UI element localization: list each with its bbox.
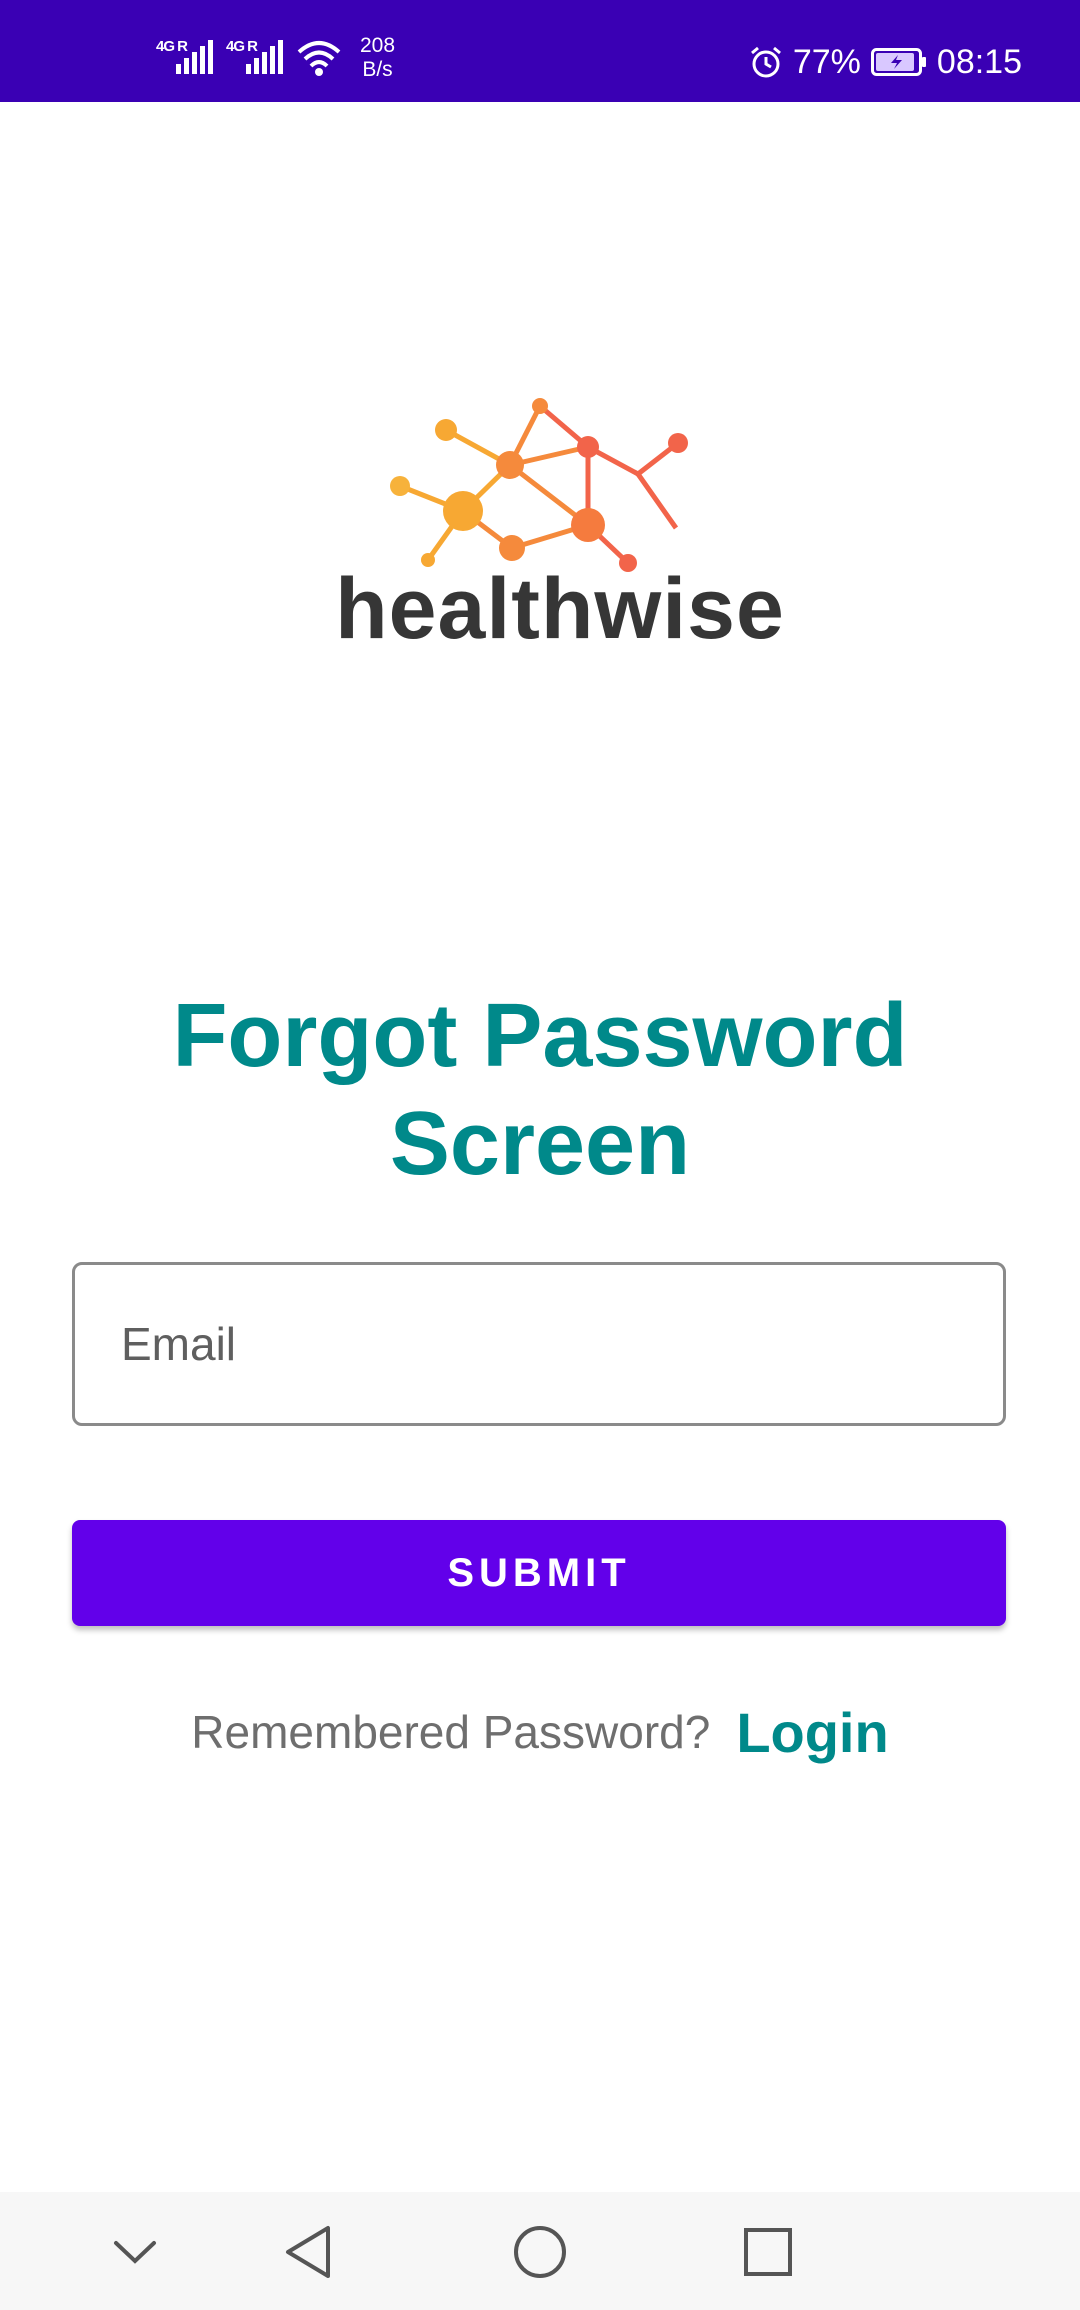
email-field[interactable] — [72, 1262, 1006, 1426]
status-right: 77% 08:15 — [749, 34, 1022, 90]
logo-wordmark: healthwise — [335, 561, 785, 657]
login-link[interactable]: Login — [736, 1700, 888, 1765]
signal-2: 4G R — [226, 36, 284, 80]
speed-unit: B/s — [362, 58, 393, 81]
alarm-icon — [750, 46, 781, 78]
remembered-password-text: Remembered Password? — [191, 1706, 711, 1758]
back-icon — [286, 2226, 330, 2278]
speed-value: 208 — [360, 34, 396, 57]
recents-icon — [744, 2228, 792, 2276]
signal-1: 4G R — [156, 36, 214, 80]
chevron-down-icon — [114, 2241, 156, 2264]
status-bar: 4G R 4G R 208 B/s 77% 08:15 — [0, 0, 1080, 102]
network-speed: 208 B/s — [360, 34, 395, 82]
signal-bars-icon — [176, 40, 213, 74]
login-row: Remembered Password? Login — [0, 1692, 1080, 1772]
signal-bars-icon — [246, 40, 283, 74]
healthwise-logo: healthwise — [320, 390, 800, 657]
home-icon — [514, 2226, 566, 2278]
page-title-line-1: Forgot Password — [172, 986, 908, 1086]
submit-button-label: SUBMIT — [447, 1550, 631, 1595]
system-nav-bar — [0, 2192, 1080, 2310]
battery-percent: 77% — [792, 42, 861, 81]
submit-button[interactable]: SUBMIT — [72, 1520, 1006, 1626]
nav-home-button[interactable] — [500, 2212, 580, 2292]
email-input[interactable] — [75, 1265, 1003, 1423]
wifi-icon — [297, 41, 341, 76]
nav-back-button[interactable] — [268, 2212, 348, 2292]
nav-hide-button[interactable] — [95, 2212, 175, 2292]
clock: 08:15 — [936, 42, 1022, 81]
status-left: 4G R 4G R 208 B/s — [156, 30, 395, 86]
battery-charging-icon — [870, 48, 926, 76]
page-title-line-2: Screen — [389, 1094, 691, 1194]
nav-recents-button[interactable] — [728, 2212, 808, 2292]
page-title: Forgot Password Screen — [80, 982, 1000, 1198]
